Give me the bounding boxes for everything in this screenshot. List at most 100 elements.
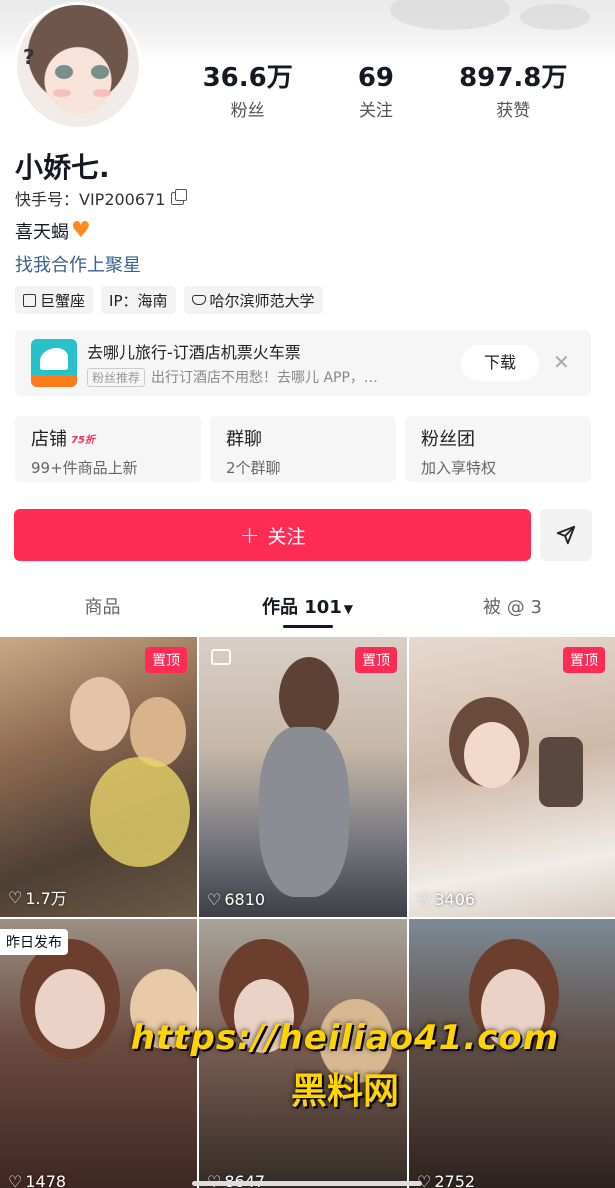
- heart-outline-icon: ♡: [207, 890, 222, 909]
- card-subtitle: 2个群聊: [226, 459, 281, 477]
- ad-title: 去哪儿旅行-订酒店机票火车票: [87, 343, 301, 362]
- tab-label: 商品: [84, 597, 121, 618]
- profile-stats: 36.6万 粉丝 69 关注 897.8万 获赞: [170, 62, 600, 121]
- thumbnail-figure: [539, 737, 583, 807]
- orange-heart-icon: ♥: [71, 218, 91, 243]
- likes-value: 6810: [224, 890, 266, 909]
- stat-label: 获赞: [496, 101, 531, 121]
- thumbnail-figure: [90, 757, 190, 867]
- content-tabs: 商品 作品 101 ▼ 被 @ 3: [0, 586, 615, 630]
- tab-works[interactable]: 作品 101 ▼: [205, 586, 410, 630]
- stat-number: 36.6万: [202, 63, 293, 93]
- tag-ip: IP：海南: [101, 286, 176, 314]
- likes-value: 1478: [25, 1172, 67, 1188]
- likes-count: ♡ 1.7万: [8, 885, 67, 909]
- plus-icon: +: [239, 521, 260, 549]
- copy-icon[interactable]: [171, 188, 188, 205]
- profile-tags: 巨蟹座 IP：海南 哈尔滨师范大学: [15, 286, 323, 314]
- cover-decoration: [520, 4, 590, 30]
- card-title: 粉丝团: [421, 429, 475, 450]
- download-button[interactable]: 下载: [461, 345, 539, 381]
- stat-likes[interactable]: 897.8万 获赞: [459, 62, 567, 121]
- bio-text: 喜天蝎: [15, 222, 69, 243]
- collaboration-link[interactable]: 找我合作上聚星: [15, 251, 141, 277]
- likes-value: 1.7万: [25, 889, 67, 908]
- avatar-illustration: [17, 5, 139, 127]
- likes-value: 2752: [434, 1172, 476, 1188]
- pinned-badge: 置顶: [563, 647, 605, 673]
- kuaishou-id-text: 快手号：VIP200671: [15, 190, 166, 209]
- ad-banner[interactable]: 去哪儿旅行-订酒店机票火车票 粉丝推荐 出行订酒店不用愁！去哪儿 APP，… 下…: [15, 330, 591, 396]
- likes-count: ♡ 1478: [8, 1172, 66, 1188]
- card-title: 店铺: [31, 429, 67, 450]
- card-title-row: 店铺 75折: [31, 425, 185, 451]
- image-post-icon: [211, 649, 231, 665]
- heart-outline-icon: ♡: [8, 887, 23, 907]
- likes-count: ♡ 2752: [417, 1172, 475, 1188]
- ad-subtitle: 出行订酒店不用愁！去哪儿 APP，…: [151, 370, 378, 386]
- stat-number: 69: [357, 63, 395, 93]
- watermark-url: https://heiliao41.com: [130, 1018, 560, 1058]
- home-indicator[interactable]: [192, 1181, 422, 1186]
- avatar-blush: [93, 89, 111, 97]
- card-title: 群聊: [226, 429, 262, 450]
- send-icon: [556, 525, 576, 545]
- ad-badge: 粉丝推荐: [87, 367, 146, 387]
- tag-school[interactable]: 哈尔滨师范大学: [183, 286, 323, 314]
- stat-following[interactable]: 69 关注: [358, 62, 394, 121]
- new-post-badge: 昨日发布: [0, 929, 68, 955]
- card-group-chat[interactable]: 群聊 2个群聊: [210, 416, 396, 482]
- thumbnail-figure: [259, 727, 349, 897]
- nickname: 小娇七.: [15, 151, 110, 184]
- kuaishou-id: 快手号：VIP200671: [15, 186, 188, 210]
- thumbnail-figure: [279, 657, 339, 737]
- video-thumbnail[interactable]: 置顶 ♡ 3406: [409, 637, 615, 917]
- follow-label: 关注: [267, 525, 306, 548]
- avatar[interactable]: ?: [14, 2, 142, 130]
- heart-outline-icon: ♡: [417, 890, 432, 909]
- stat-followers[interactable]: 36.6万 粉丝: [203, 62, 293, 121]
- graduation-cap-icon: [191, 295, 206, 305]
- logo-strip: [31, 375, 77, 387]
- thumbnail-figure: [35, 969, 105, 1049]
- avatar-eye: [91, 65, 109, 79]
- tab-mentions[interactable]: 被 @ 3: [410, 586, 615, 630]
- calendar-icon: [23, 293, 36, 307]
- video-thumbnail[interactable]: 置顶 ♡ 1.7万: [0, 637, 197, 917]
- close-icon[interactable]: ✕: [553, 350, 570, 374]
- stat-label: 关注: [358, 101, 393, 121]
- card-fan-club[interactable]: 粉丝团 加入享特权: [405, 416, 591, 482]
- bio: 喜天蝎 ♥: [15, 218, 91, 244]
- avatar-eye: [55, 65, 73, 79]
- qunar-logo: [31, 339, 77, 387]
- stat-label: 粉丝: [230, 101, 265, 121]
- tag-label: 哈尔滨师范大学: [209, 291, 315, 310]
- thumbnail-figure: [70, 677, 130, 751]
- tab-label: 被 @ 3: [483, 597, 542, 618]
- follow-button[interactable]: + 关注: [14, 509, 531, 561]
- avatar-blush: [53, 89, 71, 97]
- stat-number: 897.8万: [459, 63, 568, 93]
- cover-decoration: [390, 0, 510, 30]
- ad-subtitle-row: 粉丝推荐 出行订酒店不用愁！去哪儿 APP，…: [87, 367, 378, 387]
- tag-zodiac[interactable]: 巨蟹座: [15, 286, 94, 314]
- tab-products[interactable]: 商品: [0, 586, 205, 630]
- likes-count: ♡ 3406: [417, 890, 475, 909]
- share-button[interactable]: [540, 509, 592, 561]
- question-mark-icon: ?: [23, 45, 35, 69]
- tag-label: 巨蟹座: [40, 291, 86, 310]
- card-subtitle: 99+件商品上新: [31, 459, 138, 477]
- caret-down-icon: ▼: [343, 602, 354, 616]
- discount-badge: 75折: [71, 434, 95, 446]
- camel-icon: [40, 348, 68, 370]
- likes-value: 3406: [434, 890, 476, 909]
- video-thumbnail[interactable]: 置顶 ♡ 6810: [199, 637, 407, 917]
- pinned-badge: 置顶: [145, 647, 187, 673]
- watermark-overlay: https://heiliao41.com 黑料网: [125, 1018, 565, 1114]
- card-subtitle: 加入享特权: [421, 459, 497, 477]
- tab-label: 作品 101: [261, 597, 342, 618]
- card-shop[interactable]: 店铺 75折 99+件商品上新: [15, 416, 201, 482]
- feature-cards: 店铺 75折 99+件商品上新 群聊 2个群聊 粉丝团 加入享特权: [15, 416, 591, 482]
- thumbnail-figure: [464, 722, 520, 788]
- pinned-badge: 置顶: [355, 647, 397, 673]
